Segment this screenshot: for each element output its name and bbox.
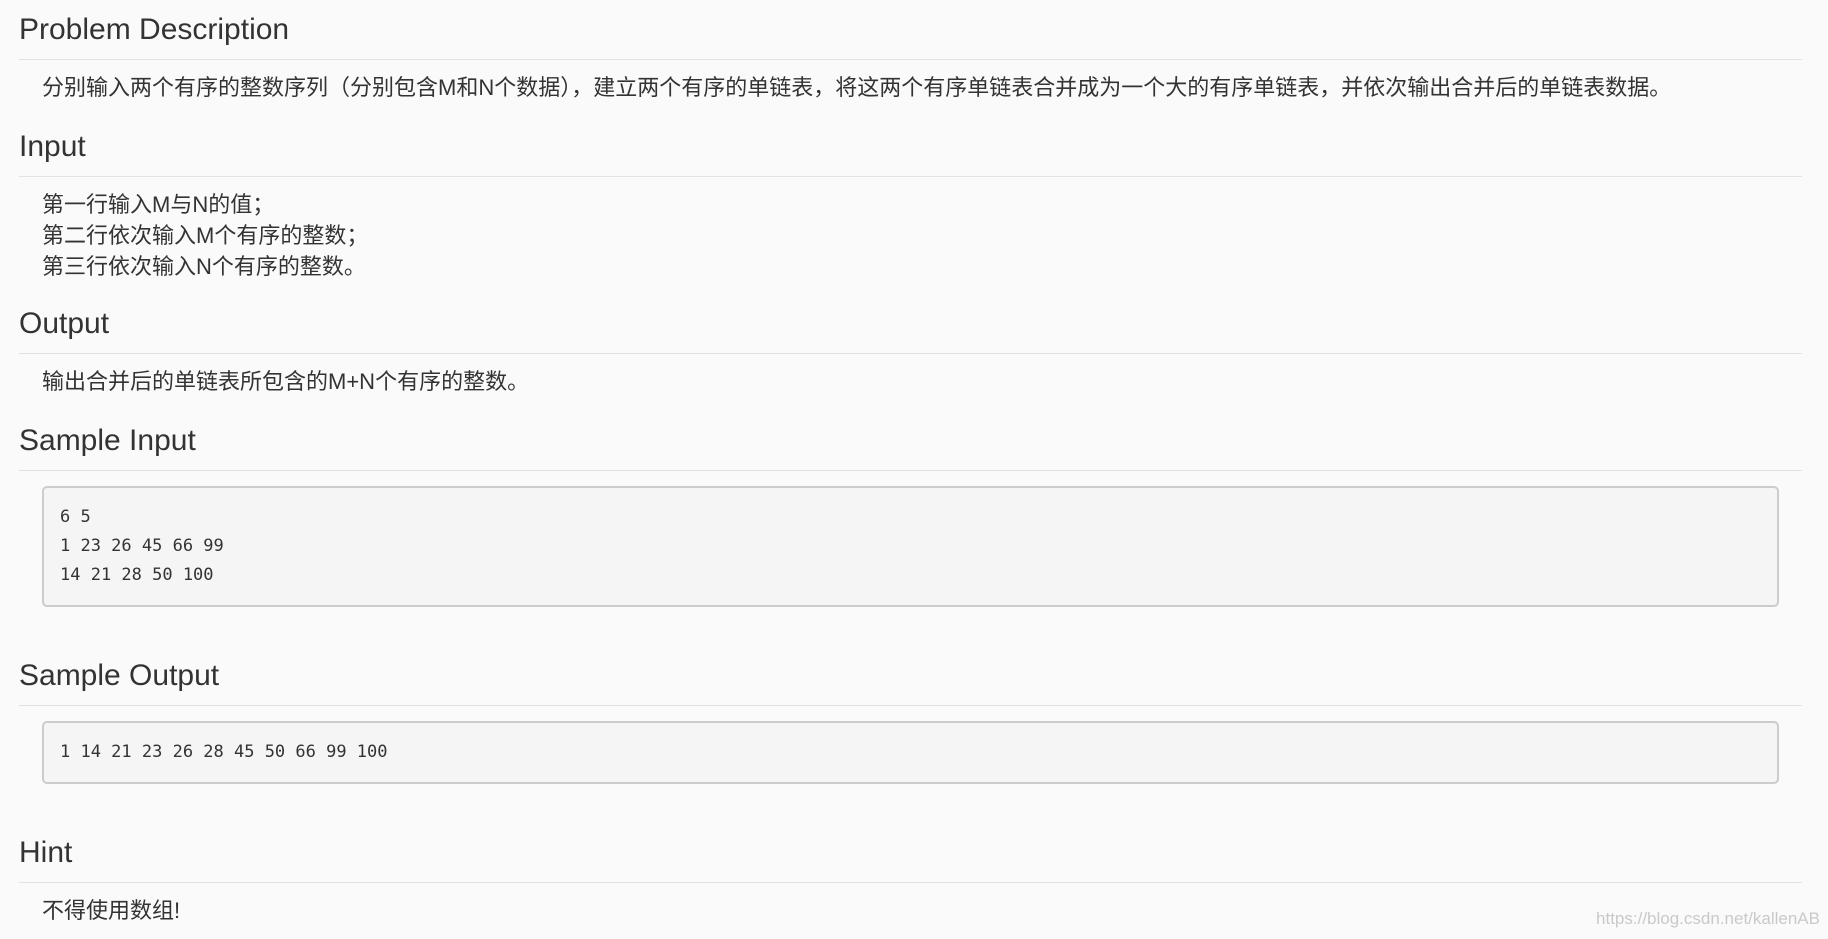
sample-output-heading: Sample Output (19, 646, 1802, 706)
problem-description-text: 分别输入两个有序的整数序列（分别包含M和N个数据），建立两个有序的单链表，将这两… (42, 75, 1672, 100)
input-line: 第一行输入M与N的值； (42, 192, 275, 217)
input-section: Input 第一行输入M与N的值； 第二行依次输入M个有序的整数； 第三行依次输… (19, 117, 1802, 294)
input-line: 第三行依次输入N个有序的整数。 (42, 254, 366, 279)
input-heading: Input (19, 117, 1802, 177)
sample-input-code-block: 6 5 1 23 26 45 66 99 14 21 28 50 100 (42, 486, 1779, 607)
sample-output-code-block: 1 14 21 23 26 28 45 50 66 99 100 (42, 721, 1779, 784)
sample-input-heading: Sample Input (19, 411, 1802, 471)
sample-input-section: Sample Input 6 5 1 23 26 45 66 99 14 21 … (19, 411, 1802, 646)
problem-description-section: Problem Description 分别输入两个有序的整数序列（分别包含M和… (19, 0, 1802, 117)
sample-input-line: 1 23 26 45 66 99 (60, 536, 224, 556)
hint-body: 不得使用数组! (19, 883, 1802, 926)
input-body: 第一行输入M与N的值； 第二行依次输入M个有序的整数； 第三行依次输入N个有序的… (19, 177, 1802, 294)
output-text: 输出合并后的单链表所包含的M+N个有序的整数。 (42, 369, 530, 394)
hint-heading: Hint (19, 823, 1802, 883)
output-section: Output 输出合并后的单链表所包含的M+N个有序的整数。 (19, 294, 1802, 411)
watermark-text: https://blog.csdn.net/kallenAB (1596, 909, 1820, 928)
sample-output-line: 1 14 21 23 26 28 45 50 66 99 100 (60, 742, 388, 762)
sample-output-section: Sample Output 1 14 21 23 26 28 45 50 66 … (19, 646, 1802, 823)
hint-section: Hint 不得使用数组! (19, 823, 1802, 926)
problem-description-heading: Problem Description (19, 0, 1802, 60)
hint-text: 不得使用数组! (42, 898, 181, 923)
sample-input-line: 14 21 28 50 100 (60, 565, 214, 585)
sample-input-line: 6 5 (60, 507, 91, 527)
output-body: 输出合并后的单链表所包含的M+N个有序的整数。 (19, 354, 1802, 411)
problem-description-body: 分别输入两个有序的整数序列（分别包含M和N个数据），建立两个有序的单链表，将这两… (19, 60, 1802, 117)
output-heading: Output (19, 294, 1802, 354)
input-line: 第二行依次输入M个有序的整数； (42, 223, 369, 248)
problem-page: Problem Description 分别输入两个有序的整数序列（分别包含M和… (19, 0, 1802, 926)
